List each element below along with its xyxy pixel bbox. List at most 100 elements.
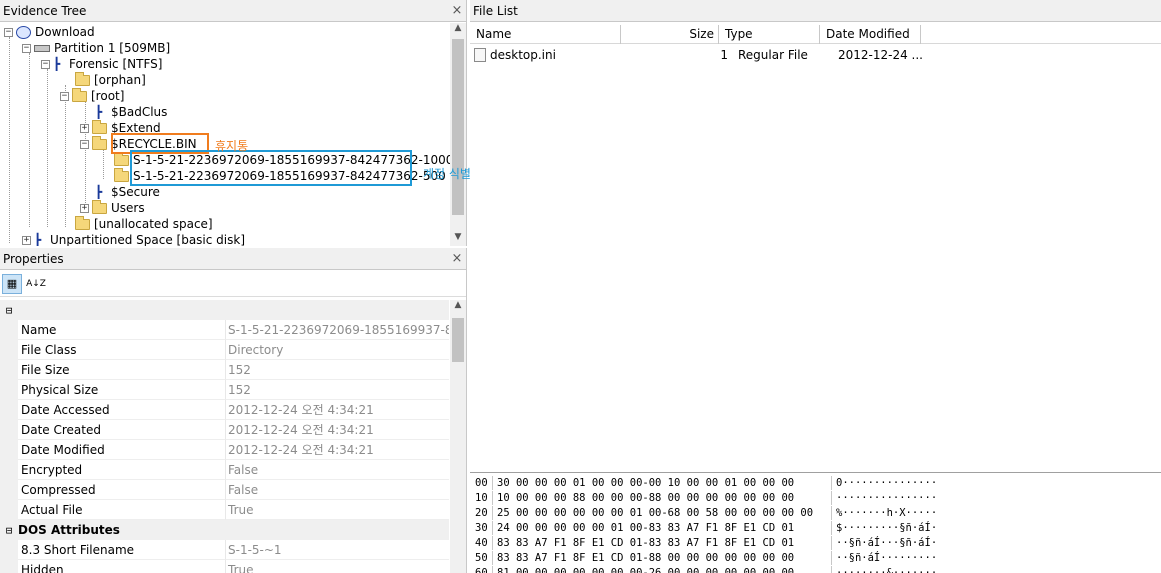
evidence-tree-scrollbar[interactable]: ▲ ▼ (450, 23, 466, 246)
hex-bytes: 24 00 00 00 00 00 01 00-83 83 A7 F1 8F E… (493, 521, 832, 535)
tree-node-label: [orphan] (94, 73, 146, 87)
property-row[interactable]: Date Created 2012-12-24 오전 4:34:21 (0, 420, 449, 440)
tree-node-badclus[interactable]: ┣ $BadClus (95, 104, 167, 120)
expand-icon[interactable]: + (80, 203, 89, 213)
tree-node-orphan[interactable]: [orphan] (75, 71, 146, 88)
tree-connector (65, 85, 66, 227)
hex-view-pane[interactable]: 00 30 00 00 00 01 00 00 00-00 10 00 00 01… (470, 472, 1161, 573)
tree-node-root[interactable]: − [root] (60, 87, 125, 104)
tree-connector (29, 53, 30, 227)
property-value: 152 (225, 360, 449, 380)
hex-bytes: 30 00 00 00 01 00 00 00-00 10 00 00 01 0… (493, 476, 832, 490)
column-size[interactable]: Size (621, 25, 719, 44)
property-row[interactable]: Name S-1-5-21-2236972069-1855169937-842 (0, 320, 449, 340)
property-name: Hidden (18, 560, 225, 573)
folder-icon (114, 151, 129, 166)
property-row[interactable]: Hidden True (0, 560, 449, 573)
file-icon (474, 48, 486, 62)
file-date: 2012-12-24 ... (838, 48, 923, 62)
tree-node-label: [root] (91, 89, 125, 103)
sort-alphabetical-icon[interactable]: A↓Z (26, 274, 46, 294)
file-row[interactable]: desktop.ini 1 Regular File 2012-12-24 ..… (470, 46, 1161, 64)
collapse-icon[interactable]: ⊟ (0, 524, 18, 537)
hex-row: 50 83 83 A7 F1 8F E1 CD 01-88 00 00 00 00… (470, 551, 937, 565)
property-row[interactable]: 8.3 Short Filename S-1-5-~1 (0, 540, 449, 560)
collapse-icon[interactable]: − (60, 91, 69, 101)
tree-node-users[interactable]: + Users (80, 199, 145, 216)
hex-row: 20 25 00 00 00 00 00 00 01 00-68 00 58 00… (470, 506, 937, 520)
property-gutter (0, 500, 18, 520)
collapse-icon[interactable]: − (80, 139, 89, 149)
tree-node-secure[interactable]: ┣ $Secure (95, 184, 160, 200)
system-file-icon: ┣ (95, 105, 103, 119)
hex-offset: 60 (470, 566, 493, 573)
hex-ascii: 0··············· (836, 477, 938, 489)
property-name: Date Accessed (18, 400, 225, 420)
property-row[interactable]: File Size 152 (0, 360, 449, 380)
scroll-thumb[interactable] (452, 318, 464, 362)
expand-icon[interactable]: + (80, 123, 89, 133)
property-gutter (0, 360, 18, 380)
property-row[interactable]: Actual File True (0, 500, 449, 520)
tree-node-unallocated[interactable]: [unallocated space] (75, 215, 213, 232)
column-date-modified[interactable]: Date Modified (820, 25, 921, 44)
scroll-down-icon[interactable]: ▼ (450, 232, 466, 246)
property-row[interactable]: Physical Size 152 (0, 380, 449, 400)
file-list-pane: File List Name Size Type Date Modified d… (470, 0, 1161, 470)
property-gutter (0, 320, 18, 340)
tree-node-partition[interactable]: − Partition 1 [509MB] (22, 40, 170, 56)
property-name: Compressed (18, 480, 225, 500)
property-category-general[interactable]: ⊟ (0, 300, 449, 320)
tree-node-unpartitioned[interactable]: + ┣ Unpartitioned Space [basic disk] (22, 232, 245, 246)
expand-icon[interactable]: + (22, 235, 31, 245)
property-category-label: DOS Attributes (18, 523, 120, 537)
scroll-up-icon[interactable]: ▲ (450, 23, 466, 37)
folder-icon (75, 71, 90, 86)
drive-icon (34, 44, 50, 52)
tree-node-download[interactable]: − Download (4, 24, 95, 40)
property-name: Encrypted (18, 460, 225, 480)
evidence-tree-title: Evidence Tree (3, 3, 87, 18)
collapse-icon[interactable]: − (41, 59, 50, 69)
tree-node-label: Users (111, 201, 145, 215)
collapse-icon[interactable]: − (22, 43, 31, 53)
property-name: Name (18, 320, 225, 340)
recycle-bin-annotation: 휴지통 (215, 139, 249, 153)
property-row[interactable]: Encrypted False (0, 460, 449, 480)
tree-node-forensic[interactable]: − ┣ Forensic [NTFS] (41, 56, 162, 72)
close-icon[interactable]: × (448, 251, 466, 266)
scroll-thumb[interactable] (452, 39, 464, 215)
property-row[interactable]: File Class Directory (0, 340, 449, 360)
property-value: Directory (225, 340, 449, 360)
hex-row: 10 10 00 00 00 88 00 00 00-88 00 00 00 00… (470, 491, 937, 505)
column-type[interactable]: Type (719, 25, 820, 44)
file-type: Regular File (738, 48, 808, 62)
close-icon[interactable]: × (448, 3, 466, 18)
properties-scrollbar[interactable]: ▲ (450, 300, 466, 573)
folder-icon (75, 215, 90, 230)
hex-ascii: %·······h·X····· (836, 507, 938, 519)
hex-bytes: 83 83 A7 F1 8F E1 CD 01-83 83 A7 F1 8F E… (493, 536, 832, 550)
property-gutter (0, 560, 18, 573)
property-gutter (0, 480, 18, 500)
property-row[interactable]: Date Accessed 2012-12-24 오전 4:34:21 (0, 400, 449, 420)
collapse-icon[interactable]: − (4, 27, 13, 37)
categorized-icon[interactable]: ▦ (2, 273, 22, 294)
tree-node-label: Download (35, 25, 95, 39)
column-name[interactable]: Name (470, 25, 621, 44)
property-category-dos[interactable]: ⊟ DOS Attributes (0, 520, 449, 540)
evidence-icon (16, 25, 31, 39)
hex-ascii: $·········§ñ·áÍ· (836, 522, 938, 534)
property-gutter (0, 460, 18, 480)
evidence-tree-header: Evidence Tree × (0, 0, 466, 22)
property-name: Date Modified (18, 440, 225, 460)
property-value: S-1-5-~1 (225, 540, 449, 560)
folder-icon (72, 87, 87, 102)
property-row[interactable]: Compressed False (0, 480, 449, 500)
property-value: 2012-12-24 오전 4:34:21 (225, 440, 449, 460)
property-row[interactable]: Date Modified 2012-12-24 오전 4:34:21 (0, 440, 449, 460)
tree-connector (103, 149, 104, 179)
scroll-up-icon[interactable]: ▲ (450, 300, 466, 314)
tree-connector (9, 37, 10, 243)
collapse-icon[interactable]: ⊟ (0, 304, 18, 317)
